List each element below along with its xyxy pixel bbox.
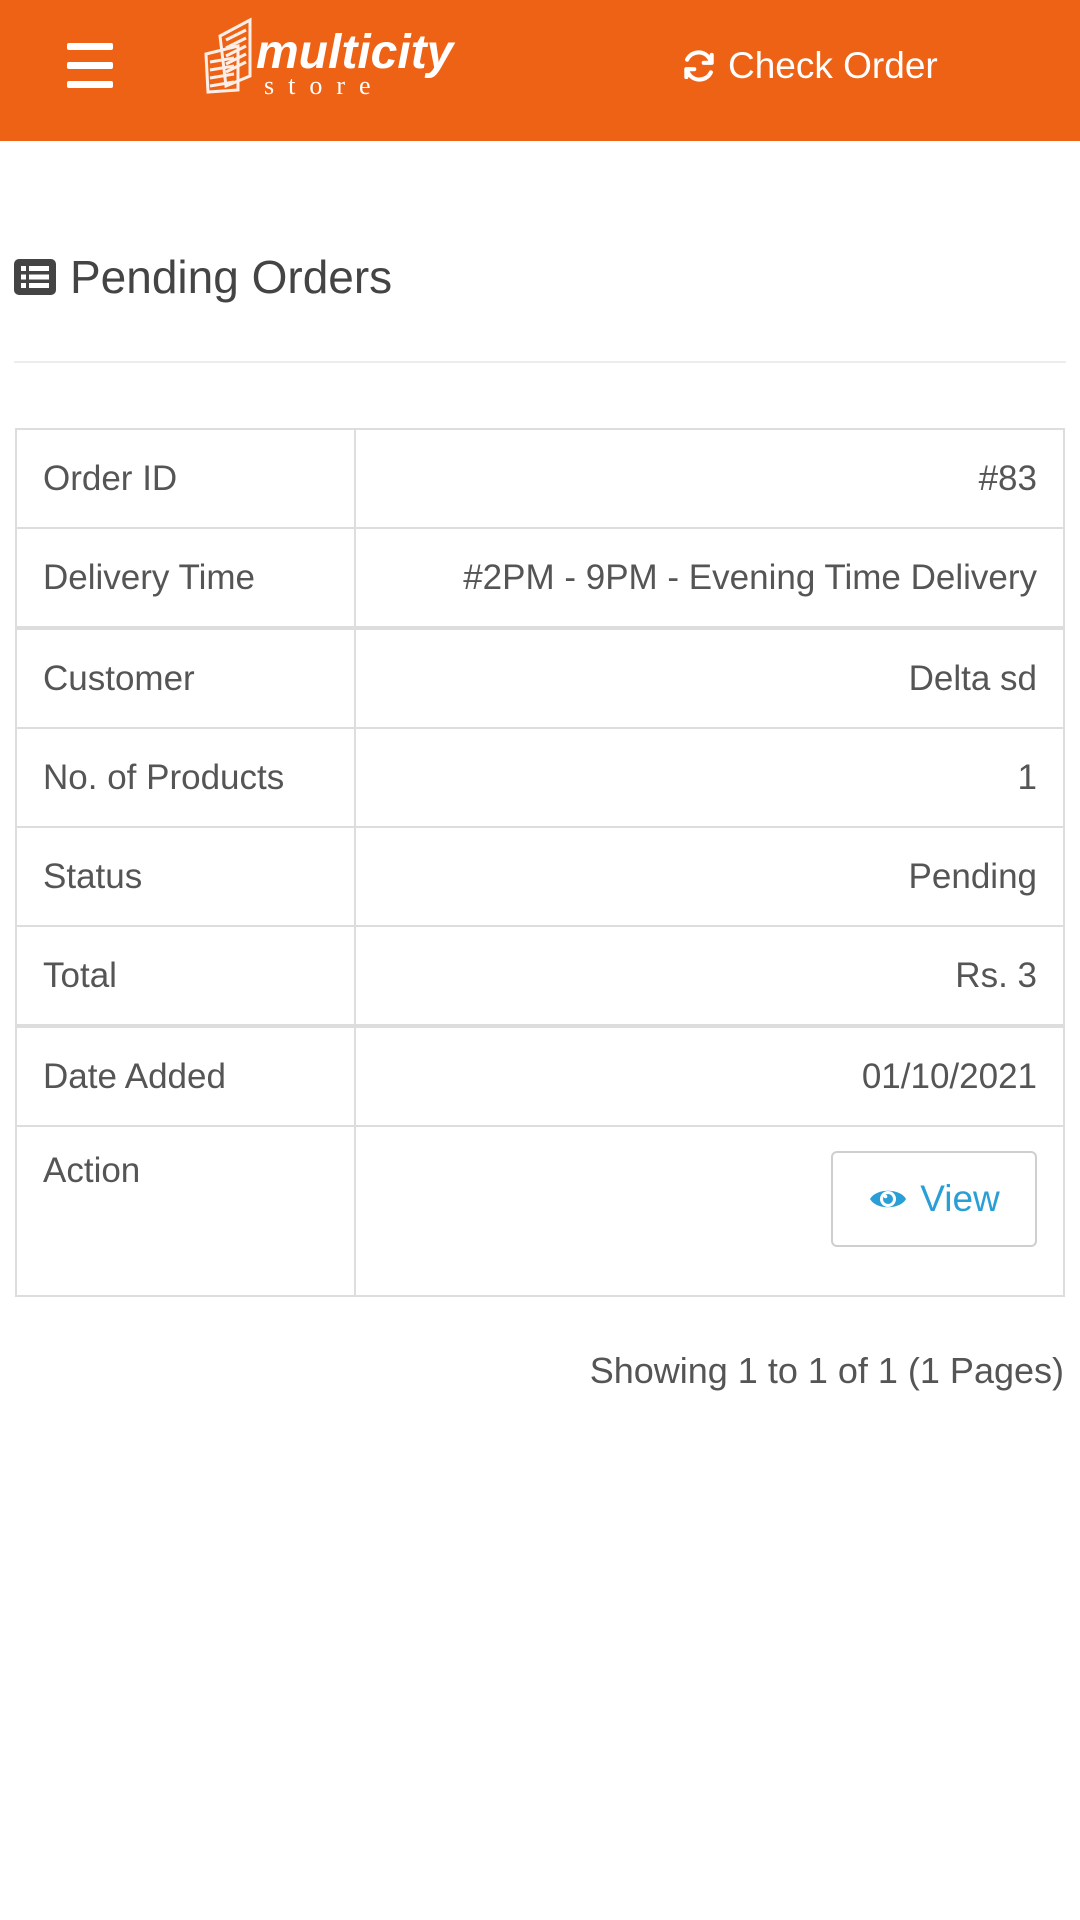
- svg-text:store: store: [264, 71, 385, 96]
- table-row: Status Pending: [15, 826, 1065, 927]
- pagination-summary: Showing 1 to 1 of 1 (1 Pages): [589, 1350, 1064, 1391]
- list-icon: [14, 259, 56, 295]
- hamburger-menu-icon[interactable]: [60, 40, 120, 100]
- check-order-label: Check Order: [728, 45, 938, 86]
- order-id-value: #83: [354, 428, 1065, 529]
- status-value: Pending: [354, 826, 1065, 927]
- table-row: No. of Products 1: [15, 727, 1065, 828]
- table-row: Date Added 01/10/2021: [15, 1024, 1065, 1127]
- delivery-time-value: #2PM - 9PM - Evening Time Delivery: [354, 527, 1065, 629]
- customer-value: Delta sd: [354, 626, 1065, 729]
- order-id-label: Order ID: [15, 428, 356, 529]
- table-row: Total Rs. 3: [15, 925, 1065, 1027]
- delivery-time-label: Delivery Time: [15, 527, 356, 629]
- action-cell: View: [354, 1125, 1065, 1297]
- page-title: Pending Orders: [70, 251, 393, 303]
- view-order-button[interactable]: View: [831, 1151, 1037, 1247]
- table-row: Action View: [15, 1125, 1065, 1297]
- top-navbar: multicity store Check Order: [0, 0, 1080, 141]
- date-added-label: Date Added: [15, 1024, 356, 1127]
- check-order-button[interactable]: Check Order: [680, 36, 938, 96]
- order-details-table: Order ID #83 Delivery Time #2PM - 9PM - …: [15, 428, 1065, 1297]
- table-row: Customer Delta sd: [15, 626, 1065, 729]
- view-label: View: [920, 1178, 1000, 1219]
- total-value: Rs. 3: [354, 925, 1065, 1027]
- products-count-label: No. of Products: [15, 727, 356, 828]
- status-label: Status: [15, 826, 356, 927]
- eye-icon: [870, 1190, 907, 1208]
- multicity-store-logo[interactable]: multicity store: [198, 16, 458, 96]
- page-heading: Pending Orders: [14, 250, 392, 304]
- divider: [14, 361, 1066, 363]
- date-added-value: 01/10/2021: [354, 1024, 1065, 1127]
- refresh-icon: [684, 50, 714, 82]
- action-label: Action: [15, 1125, 356, 1297]
- products-count-value: 1: [354, 727, 1065, 828]
- customer-label: Customer: [15, 626, 356, 729]
- total-label: Total: [15, 925, 356, 1027]
- table-row: Delivery Time #2PM - 9PM - Evening Time …: [15, 527, 1065, 629]
- table-row: Order ID #83: [15, 428, 1065, 529]
